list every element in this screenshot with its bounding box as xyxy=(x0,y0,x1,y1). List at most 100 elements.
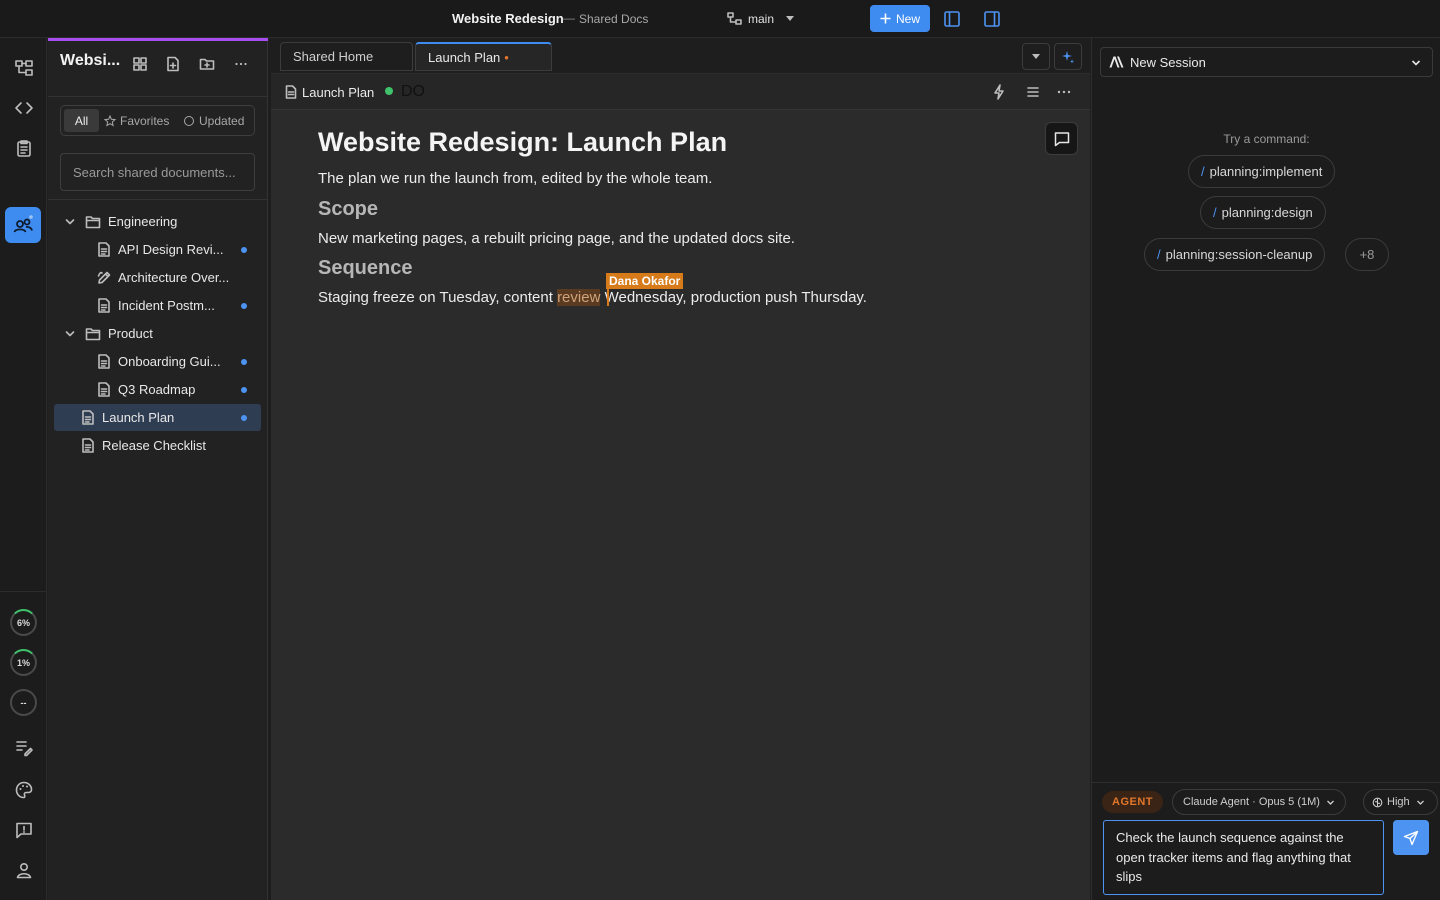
ai-sparkle-button[interactable] xyxy=(1054,43,1082,70)
drawing-icon xyxy=(97,270,111,285)
new-folder-icon[interactable] xyxy=(199,56,215,72)
usage-gauge-2[interactable]: 1% xyxy=(10,649,37,676)
filter-all[interactable]: All xyxy=(64,109,99,132)
edit-list-icon[interactable] xyxy=(12,735,36,759)
tab-launch-plan[interactable]: Launch Plan • xyxy=(415,42,552,71)
more-options-icon[interactable] xyxy=(233,56,249,72)
project-title: Website Redesign xyxy=(452,11,564,26)
sidebar-divider xyxy=(48,199,268,200)
brain-icon xyxy=(1372,797,1383,808)
session-selector[interactable]: New Session xyxy=(1100,47,1433,77)
document-icon xyxy=(97,354,111,369)
document-icon xyxy=(97,242,111,257)
lightning-icon[interactable] xyxy=(990,83,1008,101)
folder-icon xyxy=(85,327,101,341)
usage-gauge-3[interactable]: -- xyxy=(10,689,37,716)
breadcrumb-title: Launch Plan xyxy=(302,85,375,100)
filter-updated-label: Updated xyxy=(199,113,245,128)
effort-selector[interactable]: High xyxy=(1363,789,1438,815)
send-icon xyxy=(1403,830,1419,846)
command-label: planning:design xyxy=(1221,205,1313,220)
document-icon xyxy=(97,298,111,313)
tab-list-dropdown[interactable] xyxy=(1022,43,1050,70)
unread-dot xyxy=(241,303,247,309)
document-icon xyxy=(81,410,95,425)
tree-folder-product[interactable]: Product xyxy=(54,320,261,347)
filter-updated[interactable]: Updated xyxy=(183,109,244,132)
more-options-icon[interactable] xyxy=(1055,83,1073,101)
unread-dot xyxy=(241,247,247,253)
tree-label: Q3 Roadmap xyxy=(118,382,196,397)
tree-doc-incident[interactable]: Incident Postm... xyxy=(54,292,261,319)
collaborator-selection: review xyxy=(557,289,601,306)
tree-doc-onboarding[interactable]: Onboarding Gui... xyxy=(54,348,261,375)
send-button[interactable] xyxy=(1393,820,1429,855)
tree-label: Release Checklist xyxy=(102,438,207,453)
tab-shared-home[interactable]: Shared Home xyxy=(280,42,413,71)
unread-dot xyxy=(241,415,247,421)
feedback-icon[interactable] xyxy=(12,818,36,842)
user-icon[interactable] xyxy=(12,858,36,882)
graph-icon[interactable] xyxy=(12,56,36,80)
palette-icon[interactable] xyxy=(12,778,36,802)
tree-doc-api-design[interactable]: API Design Revi... xyxy=(54,236,261,263)
branch-selector[interactable]: main xyxy=(727,10,795,28)
new-button-label: New xyxy=(895,11,920,26)
toggle-left-panel-icon[interactable] xyxy=(942,9,962,29)
prompt-composer: AGENT Claude Agent · Opus 5 (1M) High Ch… xyxy=(1092,782,1440,900)
new-button[interactable]: New xyxy=(870,5,930,32)
presence-initials: DO xyxy=(401,83,425,100)
online-status-dot xyxy=(385,87,393,95)
tree-folder-engineering[interactable]: Engineering xyxy=(54,208,261,235)
editor-tabs: Shared Home Launch Plan • xyxy=(271,38,1090,74)
tree-drawing-architecture[interactable]: Architecture Over... xyxy=(54,264,261,291)
caret-down-icon xyxy=(1032,53,1040,60)
scope-paragraph: New marketing pages, a rebuilt pricing p… xyxy=(318,230,795,247)
chevron-down-icon xyxy=(1326,798,1335,807)
command-chip-design[interactable]: / planning:design xyxy=(1200,196,1326,229)
more-commands-chip[interactable]: +8 xyxy=(1345,238,1389,271)
usage-gauge-1[interactable]: 6% xyxy=(10,609,37,636)
document-icon xyxy=(81,438,95,453)
toggle-right-panel-icon[interactable] xyxy=(982,9,1002,29)
command-label: planning:session-cleanup xyxy=(1165,247,1313,262)
sparkle-icon xyxy=(1061,50,1075,64)
sidebar-accent-bar xyxy=(48,38,268,41)
tree-doc-q3-roadmap[interactable]: Q3 Roadmap xyxy=(54,376,261,403)
new-document-icon[interactable] xyxy=(165,56,181,72)
effort-label: High xyxy=(1387,796,1410,808)
tree-label: Incident Postm... xyxy=(118,298,215,313)
filter-favorites[interactable]: Favorites xyxy=(104,109,169,132)
tree-doc-release-checklist[interactable]: Release Checklist xyxy=(54,432,261,459)
comment-button[interactable] xyxy=(1045,122,1078,155)
command-chip-session-cleanup[interactable]: / planning:session-cleanup xyxy=(1144,238,1326,271)
clipboard-icon[interactable] xyxy=(12,136,36,160)
activity-divider xyxy=(0,591,47,592)
branch-name: main xyxy=(748,12,775,26)
session-label: New Session xyxy=(1130,54,1206,70)
code-icon[interactable] xyxy=(12,96,36,120)
tree-label: Product xyxy=(108,326,153,341)
sidebar-divider xyxy=(48,96,268,97)
search-documents-input[interactable] xyxy=(60,153,255,191)
agent-mode-badge[interactable]: AGENT xyxy=(1102,791,1163,813)
title-separator: — xyxy=(563,11,575,25)
slash-glyph: / xyxy=(1157,247,1161,262)
heading-sequence: Sequence xyxy=(318,257,413,279)
filter-segmented-control: All Favorites Updated xyxy=(60,105,255,136)
outline-list-icon[interactable] xyxy=(1024,83,1042,101)
prompt-input[interactable]: Check the launch sequence against the op… xyxy=(1103,820,1384,895)
tree-doc-launch-plan[interactable]: Launch Plan xyxy=(54,404,261,431)
unread-dot xyxy=(241,359,247,365)
model-selector[interactable]: Claude Agent · Opus 5 (1M) xyxy=(1172,789,1346,815)
intro-paragraph: The plan we run the launch from, edited … xyxy=(318,170,713,187)
grid-view-icon[interactable] xyxy=(132,56,148,72)
command-chip-implement[interactable]: / planning:implement xyxy=(1188,155,1336,188)
document-editor[interactable]: Website Redesign: Launch Plan The plan w… xyxy=(271,110,1090,900)
shared-docs-icon[interactable] xyxy=(5,207,41,243)
plus-icon xyxy=(880,13,891,24)
documents-sidebar: Websi... All Favorites Updated Search sh… xyxy=(48,38,268,900)
circle-icon xyxy=(183,115,195,127)
sequence-paragraph: Staging freeze on Tuesday, content revie… xyxy=(318,289,867,306)
activity-bar: 6% 1% -- xyxy=(0,38,47,900)
